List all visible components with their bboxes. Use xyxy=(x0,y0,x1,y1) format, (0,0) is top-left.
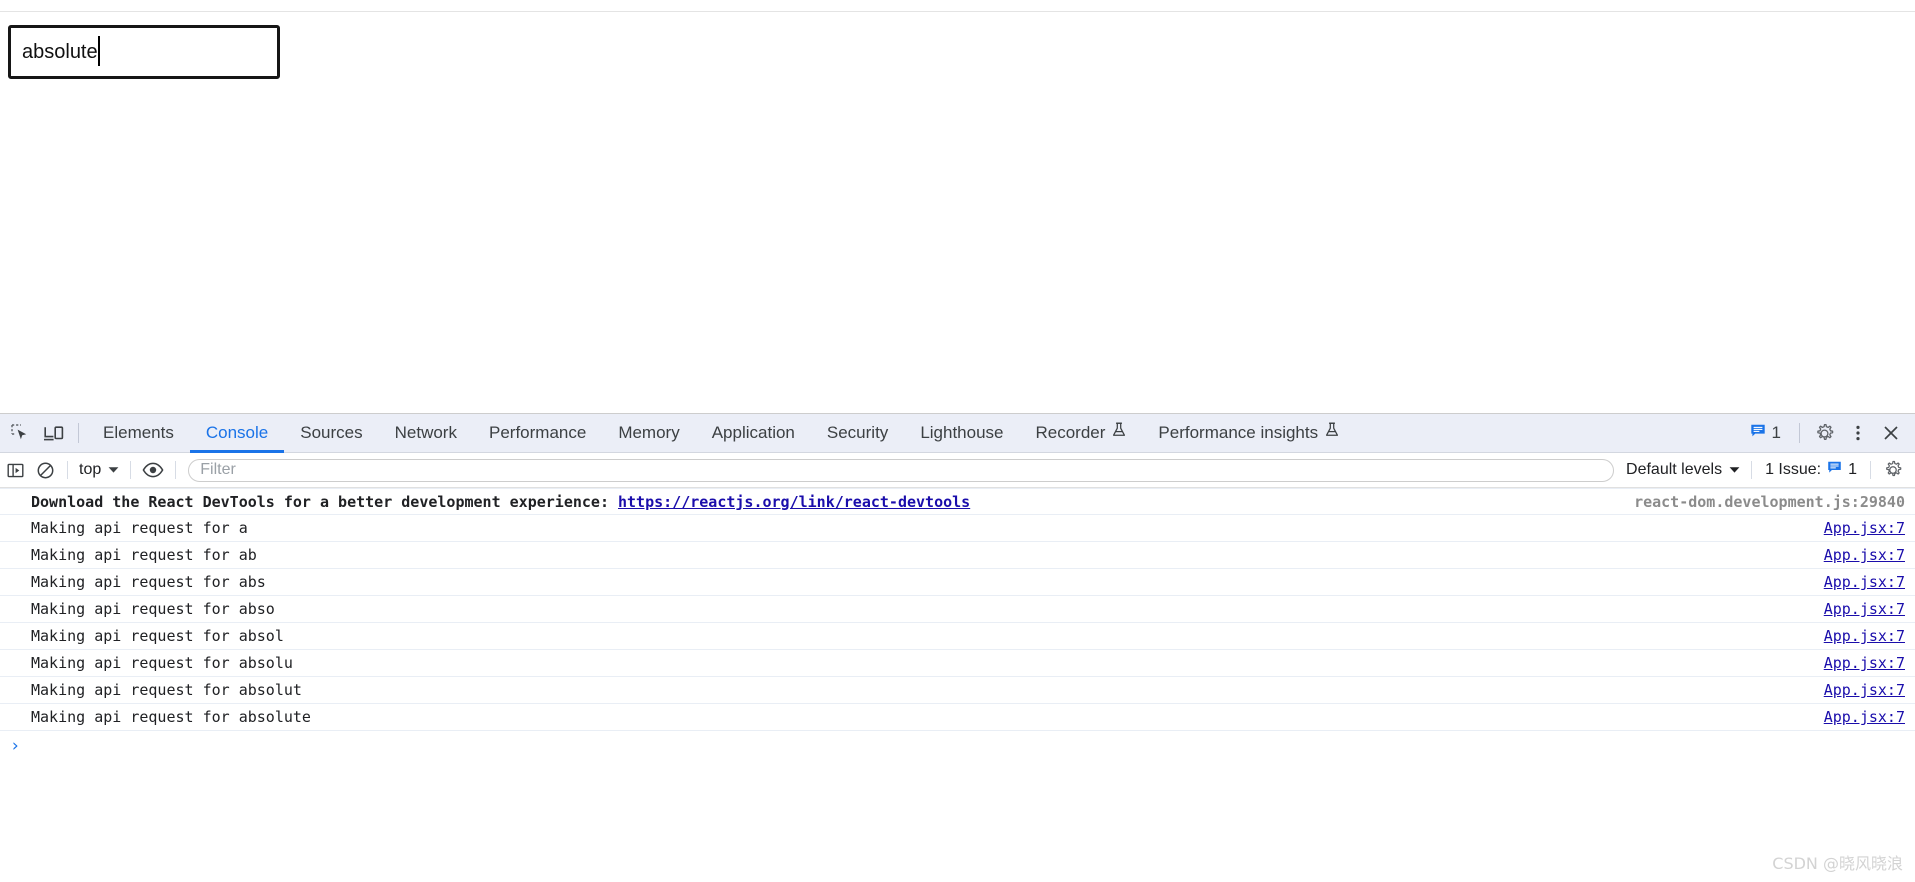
console-message-text: Download the React DevTools for a better… xyxy=(31,492,618,511)
console-message-source[interactable]: App.jsx:7 xyxy=(1824,708,1905,726)
tab-lighthouse[interactable]: Lighthouse xyxy=(904,414,1019,453)
tab-sources[interactable]: Sources xyxy=(284,414,378,453)
console-message-list[interactable]: Download the React DevTools for a better… xyxy=(0,488,1915,881)
tab-label: Recorder xyxy=(1035,423,1106,442)
log-levels-label: Default levels xyxy=(1626,461,1723,478)
console-message-row[interactable]: Making api request for abs App.jsx:7 xyxy=(0,569,1915,596)
tab-recorder[interactable]: Recorder xyxy=(1020,414,1143,453)
page-top-divider xyxy=(0,11,1915,12)
issues-count: 1 xyxy=(1771,423,1781,442)
tab-label: Lighthouse xyxy=(920,423,1004,442)
console-message-row[interactable]: Making api request for absolu App.jsx:7 xyxy=(0,650,1915,677)
tab-label: Application xyxy=(711,423,795,442)
console-toolbar-divider-4 xyxy=(1751,461,1753,479)
tab-performance[interactable]: Performance xyxy=(473,414,602,453)
tabbar-actions-divider xyxy=(1799,423,1800,443)
tab-network[interactable]: Network xyxy=(379,414,473,453)
tab-console[interactable]: Console xyxy=(190,414,284,453)
tab-application[interactable]: Application xyxy=(696,414,811,453)
console-message-row[interactable]: Making api request for absol App.jsx:7 xyxy=(0,623,1915,650)
live-expression-eye-icon[interactable] xyxy=(138,455,168,485)
flask-icon xyxy=(1112,422,1126,444)
console-message-text: Making api request for ab xyxy=(31,546,257,564)
prompt-chevron-icon: › xyxy=(10,735,21,756)
tab-elements[interactable]: Elements xyxy=(87,414,190,453)
console-message-row[interactable]: Making api request for abso App.jsx:7 xyxy=(0,596,1915,623)
gear-icon[interactable] xyxy=(1808,417,1841,450)
console-toolbar-divider xyxy=(67,461,68,479)
console-issues-link[interactable]: 1 Issue: 1 xyxy=(1759,460,1863,480)
console-message-source[interactable]: App.jsx:7 xyxy=(1824,627,1905,645)
console-message-text: Making api request for abs xyxy=(31,573,266,591)
console-message-source[interactable]: App.jsx:7 xyxy=(1824,654,1905,672)
console-prompt[interactable]: › xyxy=(0,731,1915,761)
console-message-text: Making api request for absolut xyxy=(31,681,302,699)
devtools-tabbar: Elements Console Sources Network Perform… xyxy=(0,414,1915,453)
tabbar-actions: 1 xyxy=(1740,417,1915,450)
console-toolbar-divider-2 xyxy=(130,461,132,479)
console-message-source[interactable]: App.jsx:7 xyxy=(1824,546,1905,564)
console-message-text: Making api request for abso xyxy=(31,600,275,618)
tab-security[interactable]: Security xyxy=(811,414,904,453)
console-issues-count: 1 xyxy=(1848,461,1857,478)
console-message-text: Making api request for absolute xyxy=(31,708,311,726)
console-message-text: Making api request for absol xyxy=(31,627,284,645)
console-toolbar-divider-5 xyxy=(1870,461,1871,479)
tab-label: Memory xyxy=(618,423,680,442)
log-levels-selector[interactable]: Default levels xyxy=(1622,461,1744,479)
tab-label: Elements xyxy=(103,423,174,442)
chevron-down-icon xyxy=(1729,461,1740,479)
watermark: CSDN @晓风晓浪 xyxy=(1772,854,1903,873)
tab-memory[interactable]: Memory xyxy=(602,414,695,453)
issues-message-icon xyxy=(1827,460,1842,480)
console-sidebar-icon[interactable] xyxy=(0,455,30,485)
close-icon[interactable] xyxy=(1874,417,1907,450)
console-message-source[interactable]: App.jsx:7 xyxy=(1824,519,1905,537)
console-message-source: react-dom.development.js:29840 xyxy=(1634,492,1905,511)
inspect-cursor-icon[interactable] xyxy=(4,417,37,450)
kebab-menu-icon[interactable] xyxy=(1841,417,1874,450)
console-message-source[interactable]: App.jsx:7 xyxy=(1824,681,1905,699)
web-page-content xyxy=(0,0,1915,413)
tab-label: Performance insights xyxy=(1158,423,1319,442)
console-message-row[interactable]: Making api request for absolut App.jsx:7 xyxy=(0,677,1915,704)
search-input[interactable] xyxy=(8,25,280,79)
console-message-row[interactable]: Download the React DevTools for a better… xyxy=(0,488,1915,515)
console-message-text: Making api request for absolu xyxy=(31,654,293,672)
device-toolbar-icon[interactable] xyxy=(37,417,70,450)
tab-performance-insights[interactable]: Performance insights xyxy=(1142,414,1355,453)
tab-label: Console xyxy=(205,423,269,442)
tab-label: Performance xyxy=(488,423,587,442)
gear-icon[interactable] xyxy=(1878,455,1908,485)
console-toolbar-right: Default levels 1 Issue: 1 xyxy=(1622,455,1915,485)
tab-label: Sources xyxy=(300,423,363,442)
tab-label: Network xyxy=(394,423,457,442)
console-toolbar-divider-3 xyxy=(175,461,177,479)
console-toolbar: top Default levels 1 Issue: xyxy=(0,453,1915,488)
issues-badge[interactable]: 1 xyxy=(1740,423,1791,444)
devtools-panel: Elements Console Sources Network Perform… xyxy=(0,413,1915,882)
console-issues-label: 1 Issue: xyxy=(1765,461,1822,478)
console-message-row[interactable]: Making api request for ab App.jsx:7 xyxy=(0,542,1915,569)
tabbar-divider xyxy=(78,423,79,443)
console-message-source[interactable]: App.jsx:7 xyxy=(1824,573,1905,591)
flask-icon xyxy=(1325,422,1339,444)
tab-label: Security xyxy=(826,423,889,442)
issues-message-icon xyxy=(1750,423,1766,444)
chevron-down-icon xyxy=(108,461,119,479)
console-message-source[interactable]: App.jsx:7 xyxy=(1824,600,1905,618)
execution-context-selector[interactable]: top xyxy=(75,461,123,479)
clear-console-icon[interactable] xyxy=(30,455,60,485)
console-message-row[interactable]: Making api request for absolute App.jsx:… xyxy=(0,704,1915,731)
text-caret xyxy=(98,36,100,66)
execution-context-label: top xyxy=(79,461,102,478)
console-message-row[interactable]: Making api request for a App.jsx:7 xyxy=(0,515,1915,542)
filter-input[interactable] xyxy=(188,458,1615,482)
console-message-link[interactable]: https://reactjs.org/link/react-devtools xyxy=(618,493,970,511)
console-message-text: Making api request for a xyxy=(31,519,248,537)
